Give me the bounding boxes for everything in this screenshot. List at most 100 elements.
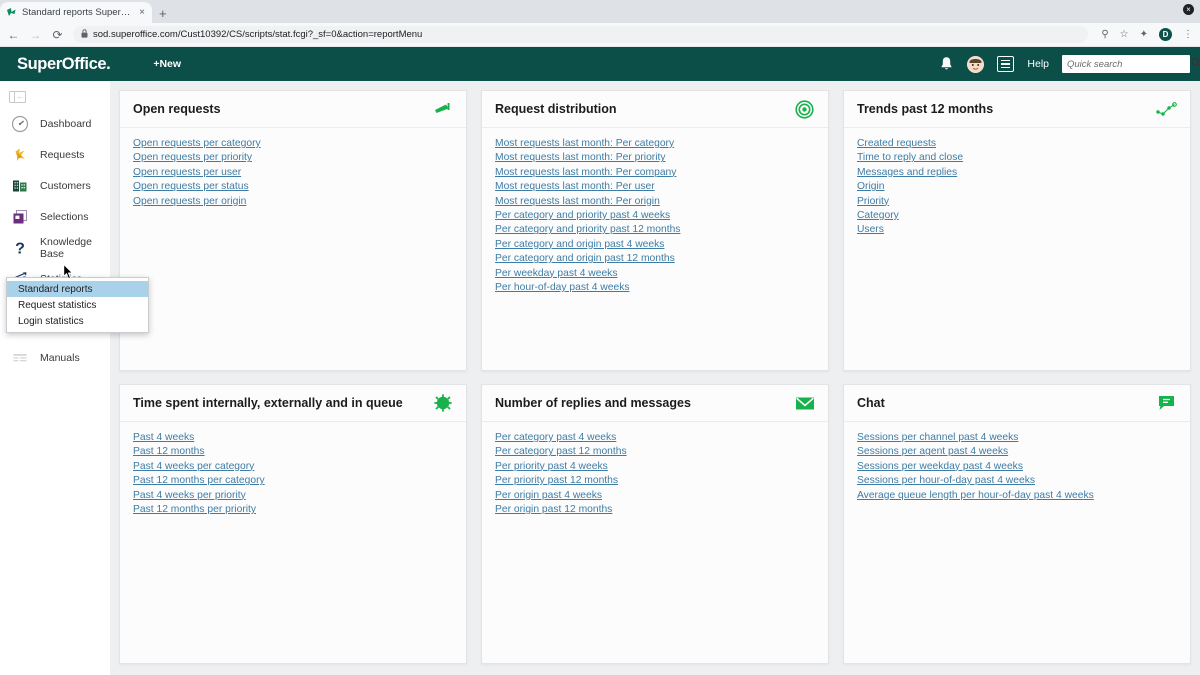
chat-bubble-icon bbox=[1156, 393, 1177, 414]
report-link[interactable]: Sessions per channel past 4 weeks bbox=[857, 431, 1018, 445]
report-link[interactable]: Per category past 4 weeks bbox=[495, 431, 616, 445]
sidebar-item-knowledge-base[interactable]: ? Knowledge Base bbox=[0, 232, 110, 263]
profile-avatar[interactable]: D bbox=[1159, 28, 1172, 41]
report-link[interactable]: Per origin past 4 weeks bbox=[495, 489, 602, 503]
quick-search-wrapper[interactable] bbox=[1062, 55, 1200, 73]
question-mark-icon: ? bbox=[10, 238, 29, 257]
report-link[interactable]: Past 12 months per priority bbox=[133, 503, 256, 517]
search-input[interactable] bbox=[1067, 58, 1191, 70]
report-link[interactable]: Open requests per priority bbox=[133, 151, 252, 165]
sidebar-item-selections[interactable]: Selections bbox=[0, 201, 110, 232]
report-link[interactable]: Past 4 weeks bbox=[133, 431, 194, 445]
svg-text:?: ? bbox=[15, 240, 25, 257]
report-link[interactable]: Past 12 months per category bbox=[133, 474, 265, 488]
card-header: Chat bbox=[844, 385, 1190, 422]
report-link[interactable]: Most requests last month: Per user bbox=[495, 180, 655, 194]
sidebar-item-dashboard[interactable]: Dashboard bbox=[0, 108, 110, 139]
browser-menu-icon[interactable]: ⋮ bbox=[1183, 29, 1193, 40]
card-title: Trends past 12 months bbox=[857, 102, 994, 116]
report-link[interactable]: Per weekday past 4 weeks bbox=[495, 267, 617, 281]
report-link[interactable]: Sessions per weekday past 4 weeks bbox=[857, 460, 1023, 474]
window-close-button[interactable]: × bbox=[1183, 4, 1194, 15]
sidebar-item-label: Manuals bbox=[40, 351, 80, 364]
report-link[interactable]: Per priority past 4 weeks bbox=[495, 460, 608, 474]
browser-tab-title: Standard reports SuperOffice bbox=[22, 7, 134, 18]
sidebar: Dashboard Requests Customers Selections … bbox=[0, 81, 149, 675]
menu-item-login-statistics[interactable]: Login statistics bbox=[7, 313, 148, 329]
card-row-bottom: Time spent internally, externally and in… bbox=[119, 384, 1191, 664]
card-open-requests: Open requests Open requests per category… bbox=[119, 90, 467, 371]
report-link[interactable]: Time to reply and close bbox=[857, 151, 963, 165]
user-avatar[interactable] bbox=[967, 55, 985, 73]
report-link[interactable]: Past 4 weeks per category bbox=[133, 460, 254, 474]
new-tab-button[interactable]: + bbox=[159, 7, 167, 20]
green-flag-icon bbox=[432, 99, 453, 120]
extensions-puzzle-icon[interactable]: ✦ bbox=[1140, 29, 1148, 40]
card-title: Time spent internally, externally and in… bbox=[133, 396, 403, 410]
browser-tabstrip: Standard reports SuperOffice × + × bbox=[0, 0, 1200, 23]
report-link[interactable]: Past 4 weeks per priority bbox=[133, 489, 246, 503]
back-icon[interactable]: ← bbox=[7, 29, 20, 41]
card-time-spent: Time spent internally, externally and in… bbox=[119, 384, 467, 664]
bookmark-star-icon[interactable]: ☆ bbox=[1120, 29, 1129, 40]
hamburger-menu-icon[interactable] bbox=[997, 56, 1015, 72]
search-icon[interactable] bbox=[1191, 55, 1200, 73]
card-title: Request distribution bbox=[495, 102, 617, 116]
report-link[interactable]: Most requests last month: Per category bbox=[495, 137, 674, 151]
report-link[interactable]: Most requests last month: Per origin bbox=[495, 195, 660, 209]
report-link[interactable]: Per origin past 12 months bbox=[495, 503, 612, 517]
card-links: Sessions per channel past 4 weeks Sessio… bbox=[844, 422, 1190, 503]
menu-item-standard-reports[interactable]: Standard reports bbox=[7, 281, 148, 297]
report-link[interactable]: Open requests per origin bbox=[133, 195, 246, 209]
collapse-panel-icon[interactable] bbox=[9, 90, 26, 103]
close-icon[interactable]: × bbox=[138, 7, 146, 18]
card-links: Past 4 weeks Past 12 months Past 4 weeks… bbox=[120, 422, 466, 517]
clock-burst-icon bbox=[432, 393, 453, 414]
card-header: Time spent internally, externally and in… bbox=[120, 385, 466, 422]
help-link[interactable]: Help bbox=[1027, 58, 1049, 70]
report-link[interactable]: Per category and origin past 12 months bbox=[495, 252, 675, 266]
app-header: SuperOffice. +New Help bbox=[0, 47, 1200, 81]
bell-icon[interactable] bbox=[939, 56, 954, 72]
superoffice-logo[interactable]: SuperOffice. bbox=[17, 55, 111, 74]
folder-stack-icon bbox=[10, 207, 29, 226]
document-list-icon bbox=[10, 348, 29, 367]
report-link[interactable]: Open requests per user bbox=[133, 166, 241, 180]
report-link[interactable]: Most requests last month: Per priority bbox=[495, 151, 666, 165]
report-link[interactable]: Sessions per agent past 4 weeks bbox=[857, 445, 1008, 459]
report-link[interactable]: Average queue length per hour-of-day pas… bbox=[857, 489, 1094, 503]
report-link[interactable]: Per category past 12 months bbox=[495, 445, 627, 459]
sidebar-item-manuals[interactable]: Manuals bbox=[0, 342, 110, 373]
sidebar-item-requests[interactable]: Requests bbox=[0, 139, 110, 170]
menu-item-request-statistics[interactable]: Request statistics bbox=[7, 297, 148, 313]
report-link[interactable]: Past 12 months bbox=[133, 445, 205, 459]
report-link[interactable]: Per hour-of-day past 4 weeks bbox=[495, 281, 630, 295]
report-link[interactable]: Users bbox=[857, 223, 884, 237]
zoom-icon[interactable]: ⚲ bbox=[1101, 29, 1108, 40]
browser-tab[interactable]: Standard reports SuperOffice × bbox=[0, 2, 152, 23]
report-link[interactable]: Per category and priority past 12 months bbox=[495, 223, 680, 237]
new-button[interactable]: +New bbox=[153, 58, 181, 70]
report-link[interactable]: Per priority past 12 months bbox=[495, 474, 618, 488]
report-link[interactable]: Most requests last month: Per company bbox=[495, 166, 676, 180]
card-replies-and-messages: Number of replies and messages Per categ… bbox=[481, 384, 829, 664]
report-link[interactable]: Origin bbox=[857, 180, 884, 194]
report-link[interactable]: Messages and replies bbox=[857, 166, 957, 180]
card-header: Trends past 12 months bbox=[844, 91, 1190, 128]
report-link[interactable]: Category bbox=[857, 209, 899, 223]
report-link[interactable]: Priority bbox=[857, 195, 889, 209]
target-bullseye-icon bbox=[794, 99, 815, 120]
report-link[interactable]: Open requests per status bbox=[133, 180, 249, 194]
window-controls: × bbox=[1183, 4, 1194, 15]
app-body: Dashboard Requests Customers Selections … bbox=[0, 81, 1200, 675]
report-link[interactable]: Open requests per category bbox=[133, 137, 261, 151]
report-link[interactable]: Per category and priority past 4 weeks bbox=[495, 209, 670, 223]
reload-icon[interactable]: ⟳ bbox=[51, 29, 64, 41]
sidebar-item-customers[interactable]: Customers bbox=[0, 170, 110, 201]
report-link[interactable]: Created requests bbox=[857, 137, 936, 151]
sidebar-collapse-row[interactable] bbox=[0, 86, 110, 108]
report-link[interactable]: Per category and origin past 4 weeks bbox=[495, 238, 664, 252]
report-link[interactable]: Sessions per hour-of-day past 4 weeks bbox=[857, 474, 1035, 488]
forward-icon[interactable]: → bbox=[29, 29, 42, 41]
address-bar[interactable]: sod.superoffice.com/Cust10392/CS/scripts… bbox=[73, 26, 1089, 43]
